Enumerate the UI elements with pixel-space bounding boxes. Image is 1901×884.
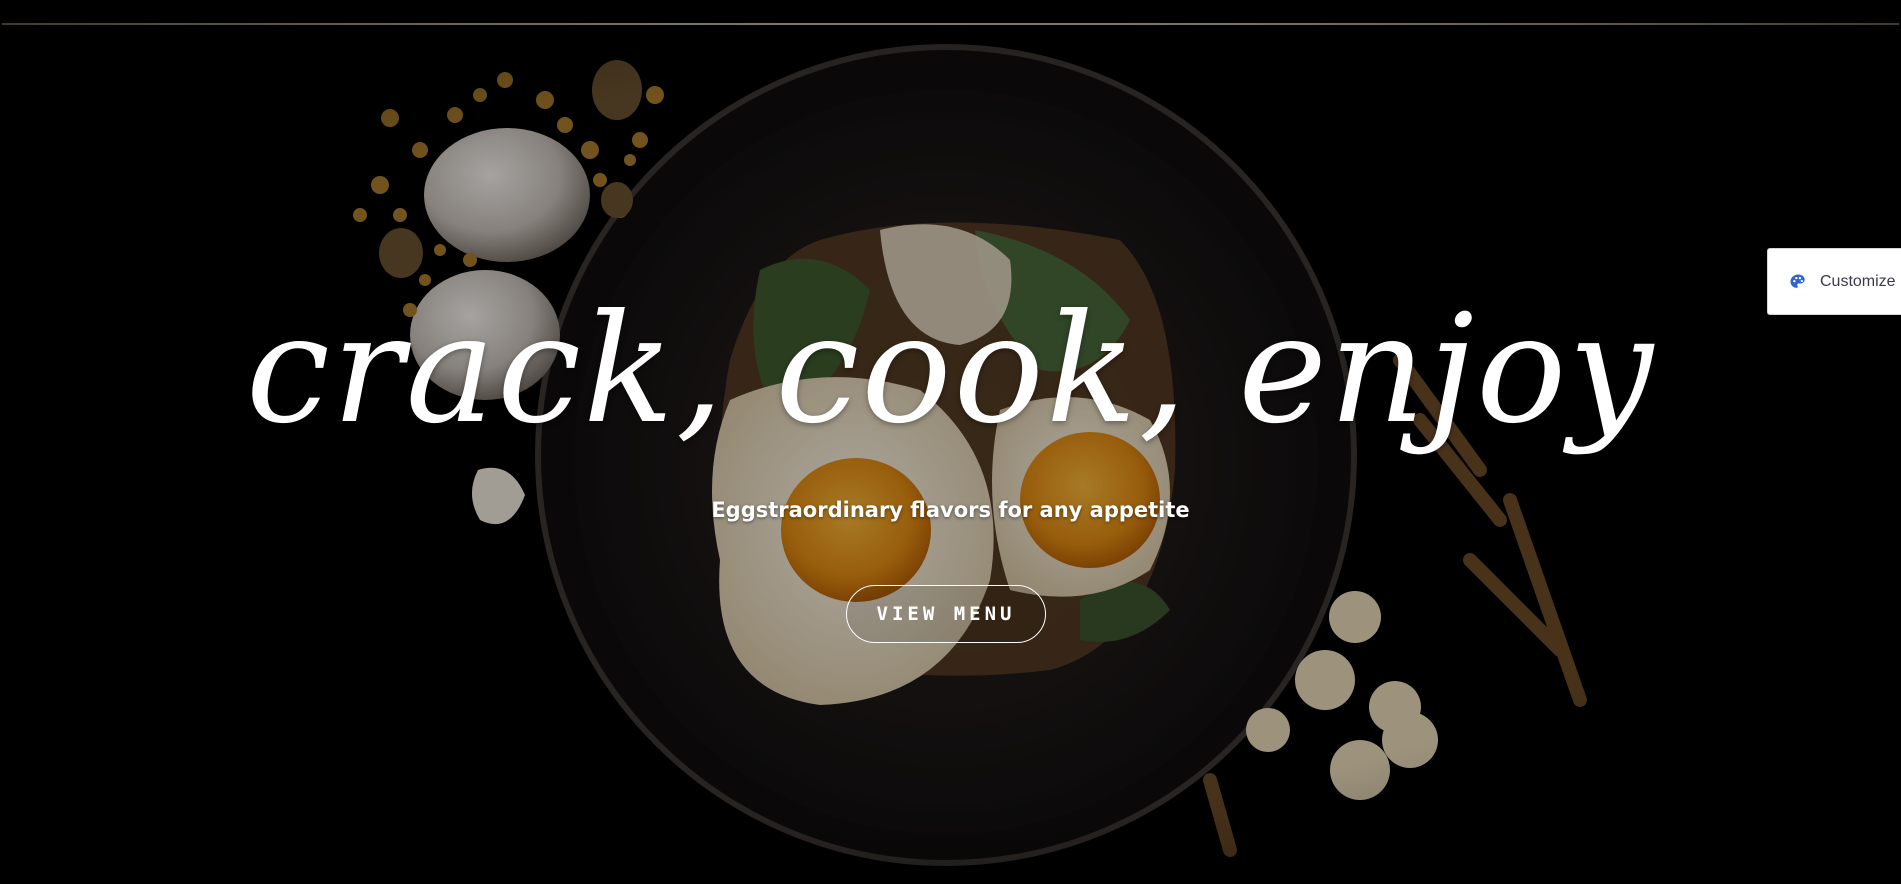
hero-subtitle: Eggstraordinary flavors for any appetite: [711, 498, 1190, 522]
hero-section: crack, cook, enjoy Eggstraordinary flavo…: [0, 0, 1901, 884]
palette-icon: [1790, 274, 1805, 288]
customize-label: Customize: [1820, 272, 1896, 290]
view-menu-label: VIEW MENU: [876, 603, 1016, 625]
customize-button[interactable]: Customize: [1767, 248, 1901, 315]
hero-title: crack, cook, enjoy: [245, 283, 1656, 457]
view-menu-button[interactable]: VIEW MENU: [846, 585, 1046, 643]
